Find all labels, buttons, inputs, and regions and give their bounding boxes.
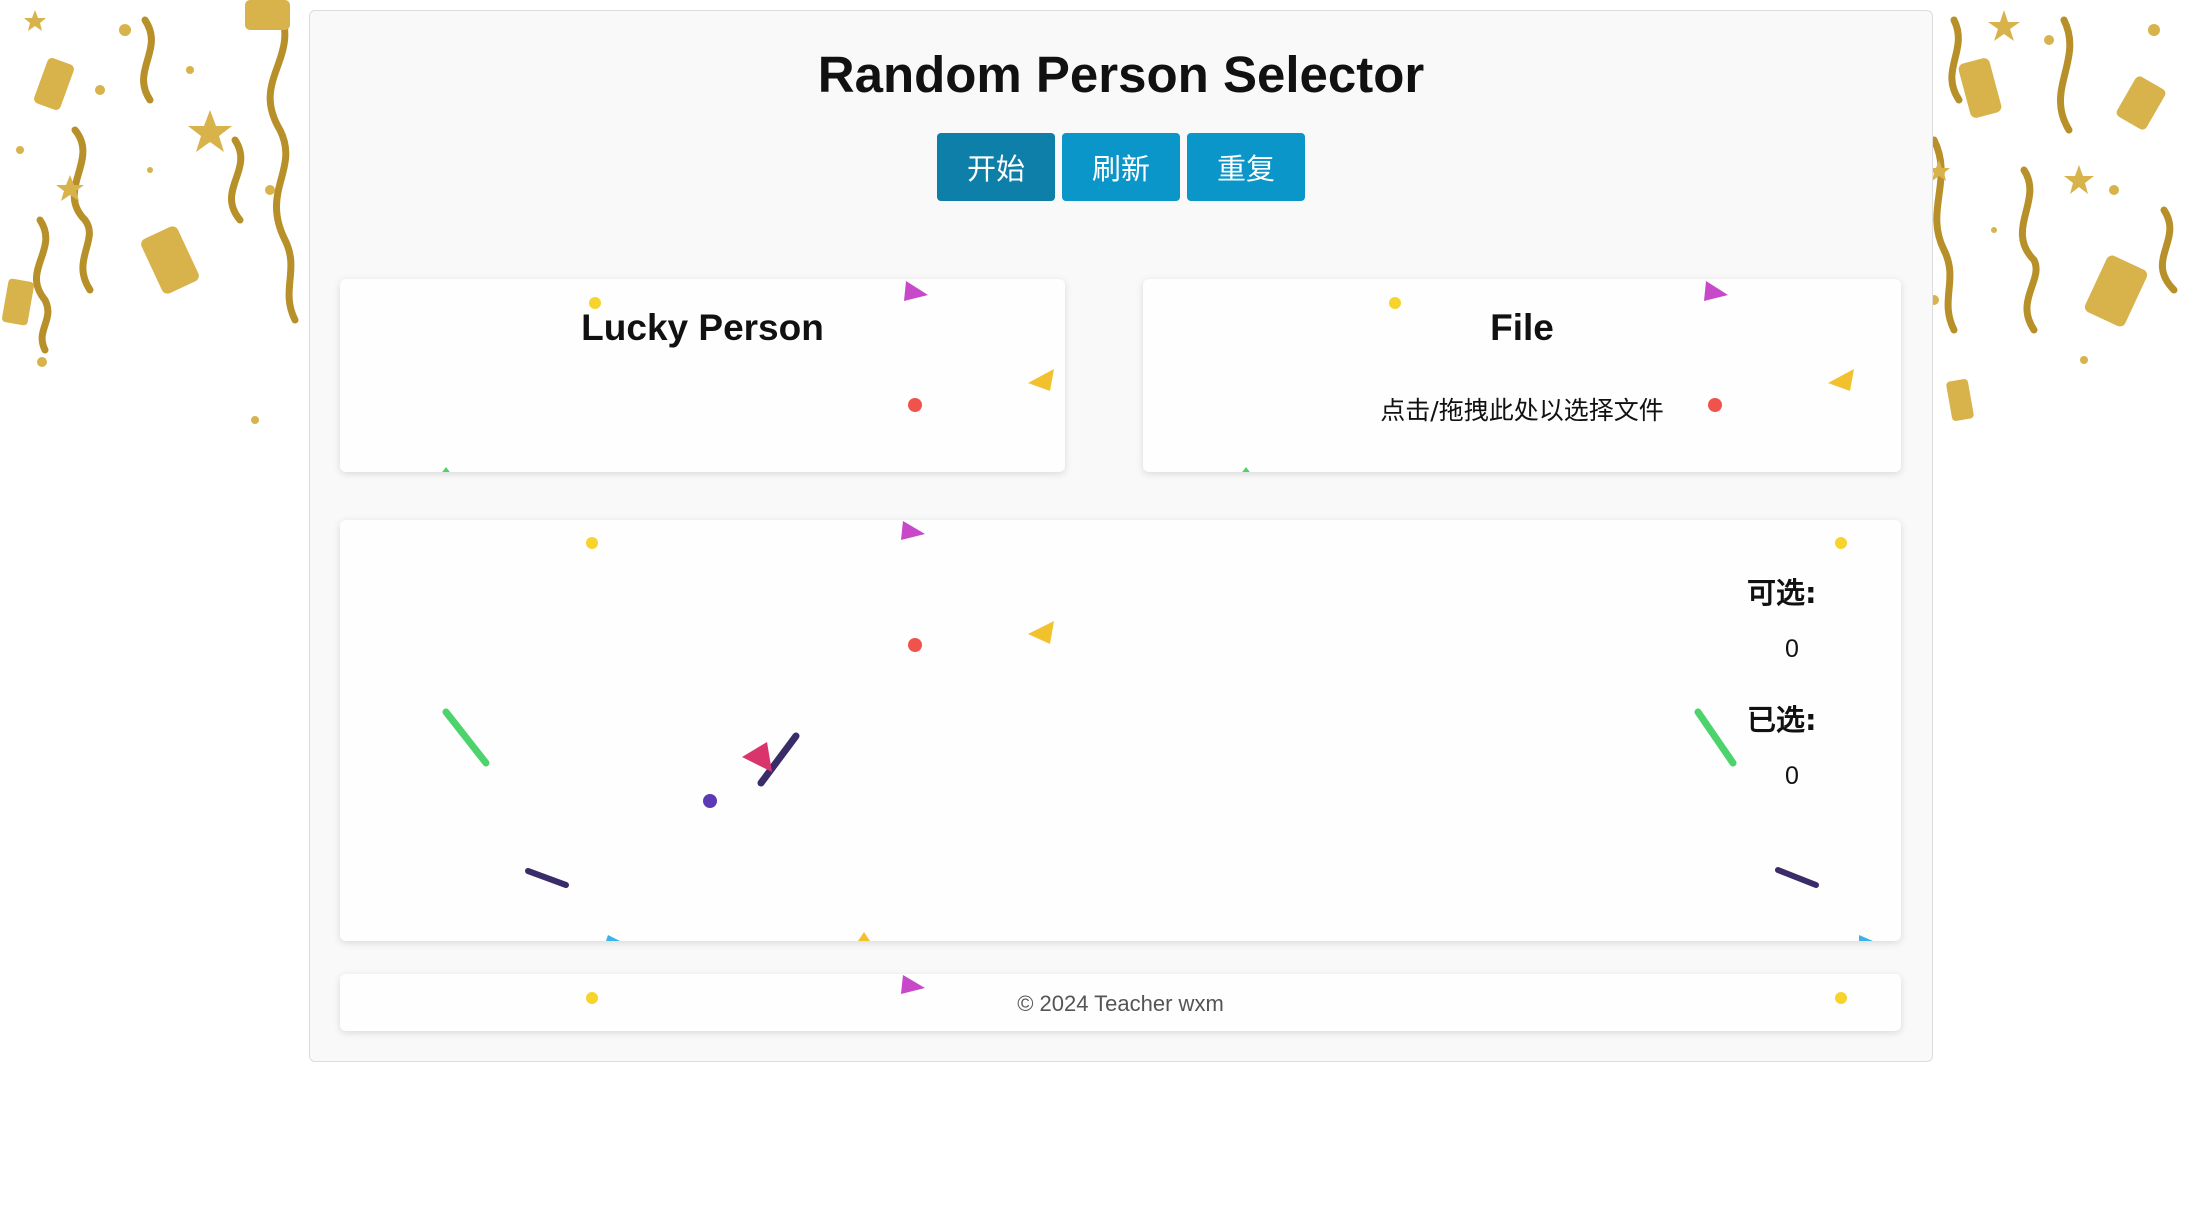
refresh-button[interactable]: 刷新 — [1062, 133, 1180, 201]
file-card[interactable]: File 点击/拖拽此处以选择文件 — [1143, 279, 1901, 472]
file-title: File — [1490, 307, 1554, 348]
footer: © 2024 Teacher wxm — [340, 974, 1901, 1031]
file-drop-hint[interactable]: 点击/拖拽此处以选择文件 — [1143, 391, 1901, 427]
available-label: 可选: — [1747, 576, 1817, 610]
repeat-button[interactable]: 重复 — [1187, 133, 1305, 201]
selection-stage: 可选: 0 已选: 0 — [340, 520, 1901, 941]
gold-confetti-decoration-right — [1894, 0, 2204, 470]
selected-label: 已选: — [1747, 703, 1817, 737]
available-count: 0 — [1785, 635, 1799, 663]
lucky-person-card: Lucky Person — [340, 279, 1065, 472]
page-title: Random Person Selector — [817, 46, 1425, 103]
start-button[interactable]: 开始 — [937, 133, 1055, 201]
main-panel: Random Person Selector 开始 刷新 重复 Lucky Pe… — [309, 10, 1933, 1062]
lucky-person-title: Lucky Person — [581, 307, 824, 348]
selected-count: 0 — [1785, 762, 1799, 790]
colored-confetti — [442, 521, 1873, 941]
button-row: 开始 刷新 重复 — [310, 133, 1932, 201]
gold-confetti-decoration-left — [0, 0, 310, 470]
copyright-text: © 2024 Teacher wxm — [1017, 991, 1224, 1016]
